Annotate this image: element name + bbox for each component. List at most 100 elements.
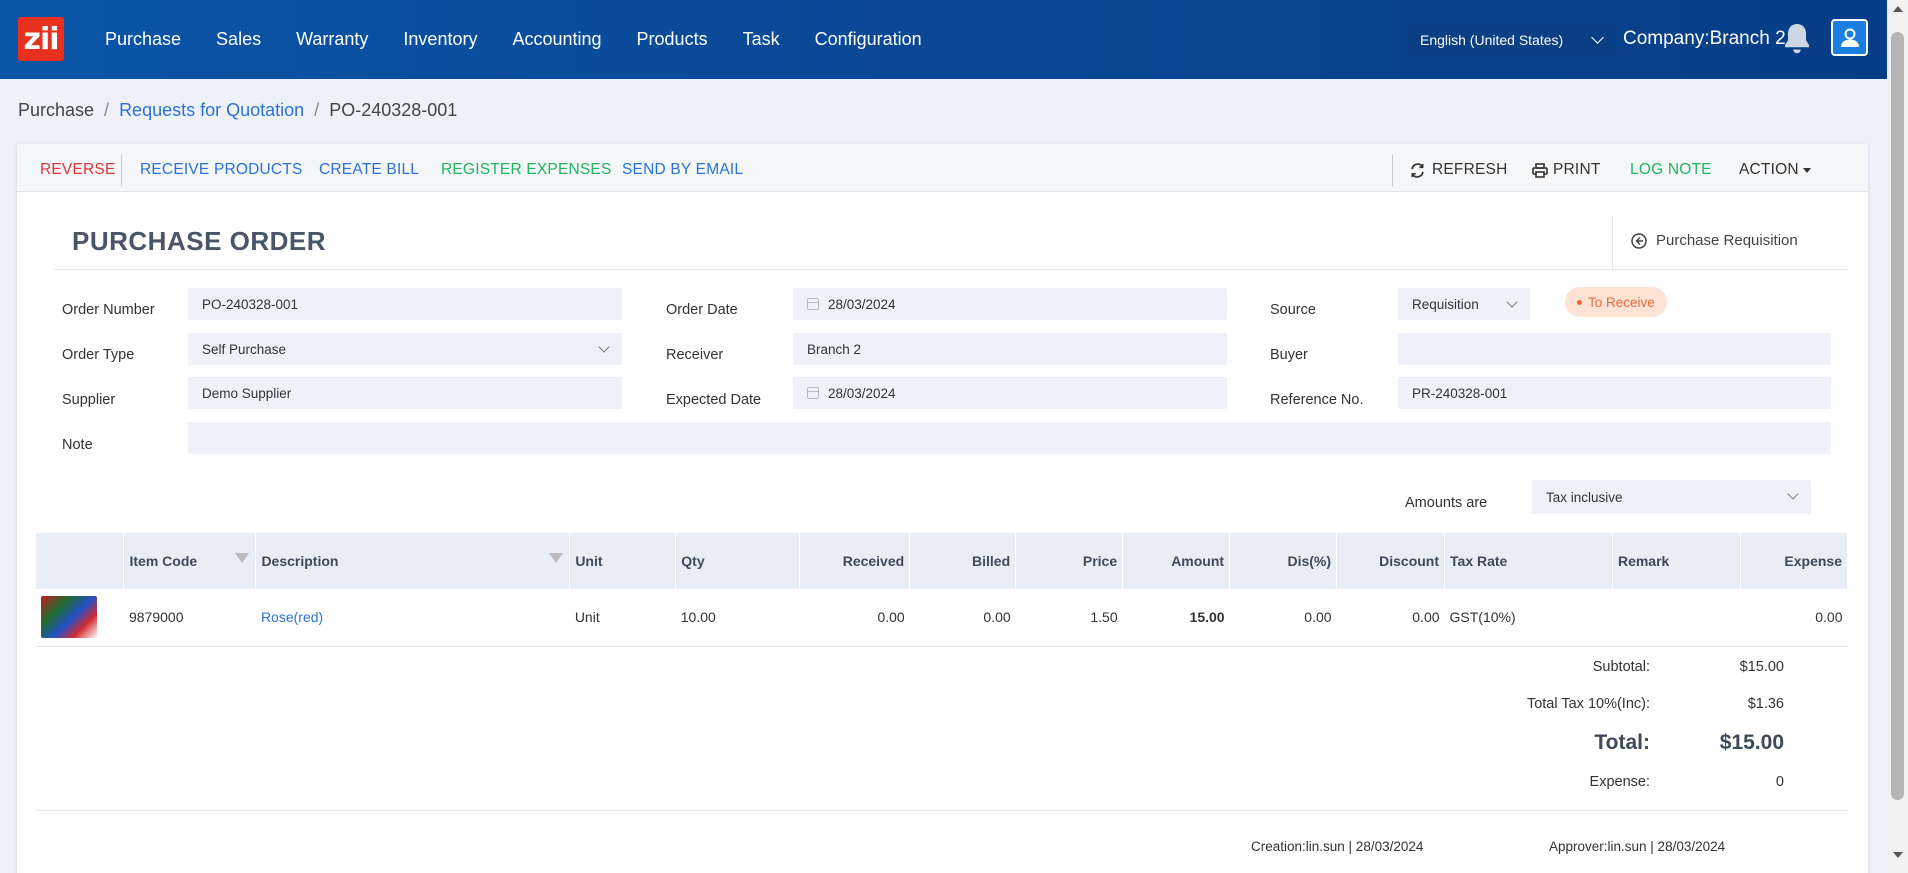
col-item-code[interactable]: Item Code: [123, 533, 257, 589]
nav-task[interactable]: Task: [743, 29, 780, 50]
toolbar-divider: [1392, 154, 1393, 186]
caret-down-icon: [1802, 167, 1811, 173]
supplier-field[interactable]: Demo Supplier: [188, 377, 622, 409]
cell-remark: [1612, 589, 1741, 647]
footer-divider: [36, 810, 1848, 811]
col-dis-pct: Dis(%): [1229, 533, 1338, 589]
tax-value: $1.36: [1747, 696, 1784, 712]
buyer-field[interactable]: [1398, 333, 1831, 365]
top-navbar: zii Purchase Sales Warranty Inventory Ac…: [0, 0, 1887, 79]
action-dropdown[interactable]: ACTION: [1739, 161, 1811, 179]
order-number-field[interactable]: PO-240328-001: [188, 288, 622, 320]
receiver-label: Receiver: [666, 347, 724, 363]
cell-price: 1.50: [1015, 589, 1123, 647]
order-type-value: Self Purchase: [202, 341, 287, 357]
receiver-field[interactable]: Branch 2: [793, 333, 1227, 365]
nav-purchase[interactable]: Purchase: [105, 29, 181, 50]
bell-icon[interactable]: [1779, 20, 1815, 58]
expense-label: Expense:: [1589, 774, 1650, 790]
status-badge: To Receive: [1565, 287, 1667, 317]
register-expenses-button[interactable]: REGISTER EXPENSES: [441, 161, 612, 179]
order-type-label: Order Type: [62, 347, 135, 363]
col-expense: Expense: [1740, 533, 1849, 589]
receive-products-button[interactable]: RECEIVE PRODUCTS: [140, 161, 303, 179]
chevron-down-icon: [1506, 296, 1518, 308]
chevron-down-icon: [598, 341, 610, 353]
log-note-button[interactable]: LOG NOTE: [1630, 161, 1712, 179]
reverse-button[interactable]: REVERSE: [40, 161, 115, 179]
source-label: Source: [1270, 302, 1316, 318]
col-description-label: Description: [261, 553, 339, 569]
amounts-are-label: Amounts are: [1405, 495, 1488, 511]
send-by-email-button[interactable]: SEND BY EMAIL: [622, 161, 743, 179]
expense-value: 0: [1775, 774, 1784, 790]
language-value: English (United States): [1420, 31, 1564, 48]
nav-warranty[interactable]: Warranty: [296, 29, 368, 50]
header-divider: [1612, 216, 1613, 271]
refresh-label: REFRESH: [1432, 161, 1508, 178]
filter-icon[interactable]: [235, 553, 250, 563]
create-bill-button[interactable]: CREATE BILL: [319, 161, 419, 179]
scroll-up-icon[interactable]: [1893, 6, 1903, 12]
table-row[interactable]: 9879000 Rose(red) Unit 10.00 0.00 0.00 1…: [36, 589, 1848, 647]
print-button[interactable]: PRINT: [1532, 161, 1601, 179]
page-scrollbar[interactable]: [1887, 0, 1908, 873]
nav-products[interactable]: Products: [637, 29, 708, 50]
col-discount: Discount: [1336, 533, 1446, 589]
purchase-requisition-label: Purchase Requisition: [1656, 232, 1798, 249]
company-label[interactable]: Company:Branch 2: [1623, 28, 1786, 50]
nav-inventory[interactable]: Inventory: [403, 29, 477, 50]
expected-date-value: 28/03/2024: [828, 385, 896, 401]
purchase-order-card: REVERSE RECEIVE PRODUCTS CREATE BILL REG…: [17, 144, 1868, 873]
nav-configuration[interactable]: Configuration: [815, 29, 922, 50]
action-label: ACTION: [1739, 161, 1799, 178]
cell-expense: 0.00: [1740, 589, 1848, 647]
breadcrumb-separator: /: [314, 100, 320, 120]
col-description[interactable]: Description: [255, 533, 571, 589]
filter-icon[interactable]: [549, 553, 564, 563]
calendar-icon: [807, 298, 819, 310]
amounts-select[interactable]: Tax inclusive: [1532, 480, 1811, 514]
main-nav: Purchase Sales Warranty Inventory Accoun…: [105, 0, 957, 79]
cell-dis-pct: 0.00: [1229, 589, 1337, 647]
col-price: Price: [1015, 533, 1124, 589]
cell-item-code: 9879000: [123, 589, 256, 647]
refresh-button[interactable]: REFRESH: [1410, 161, 1507, 179]
subtotal-label: Subtotal:: [1592, 659, 1650, 675]
col-unit: Unit: [569, 533, 677, 589]
approver-info: Approver:lin.sun | 28/03/2024: [1549, 839, 1726, 854]
printer-icon: [1532, 162, 1548, 178]
product-thumbnail-cell: [36, 589, 124, 647]
cell-tax-rate: GST(10%): [1444, 589, 1613, 647]
scroll-down-icon[interactable]: [1893, 852, 1903, 858]
source-value: Requisition: [1412, 296, 1479, 312]
nav-accounting[interactable]: Accounting: [512, 29, 601, 50]
source-select[interactable]: Requisition: [1398, 288, 1530, 320]
scroll-thumb[interactable]: [1891, 32, 1904, 800]
nav-sales[interactable]: Sales: [216, 29, 261, 50]
cell-description[interactable]: Rose(red): [255, 589, 570, 647]
app-logo[interactable]: zii: [18, 17, 64, 61]
col-received: Received: [799, 533, 911, 589]
cell-amount: 15.00: [1122, 589, 1230, 647]
total-value: $15.00: [1719, 731, 1784, 754]
breadcrumb-parent[interactable]: Requests for Quotation: [119, 100, 304, 121]
order-number-value: PO-240328-001: [202, 296, 299, 312]
col-qty: Qty: [675, 533, 801, 589]
order-date-field[interactable]: 28/03/2024: [793, 288, 1227, 320]
product-thumbnail[interactable]: [41, 596, 97, 639]
order-type-select[interactable]: Self Purchase: [188, 333, 622, 365]
cell-unit: Unit: [569, 589, 676, 647]
col-remark: Remark: [1612, 533, 1741, 589]
purchase-requisition-link[interactable]: Purchase Requisition: [1631, 232, 1798, 249]
order-number-label: Order Number: [62, 302, 155, 318]
user-avatar[interactable]: [1831, 19, 1868, 56]
breadcrumb: Purchase / Requests for Quotation / PO-2…: [18, 100, 457, 121]
subtotal-value: $15.00: [1739, 659, 1784, 675]
language-select[interactable]: English (United States): [1407, 23, 1614, 56]
page-title: PURCHASE ORDER: [72, 226, 327, 256]
expected-date-field[interactable]: 28/03/2024: [793, 377, 1227, 409]
total-label: Total:: [1594, 731, 1650, 754]
reference-field[interactable]: PR-240328-001: [1398, 377, 1831, 409]
note-field[interactable]: [188, 422, 1831, 454]
